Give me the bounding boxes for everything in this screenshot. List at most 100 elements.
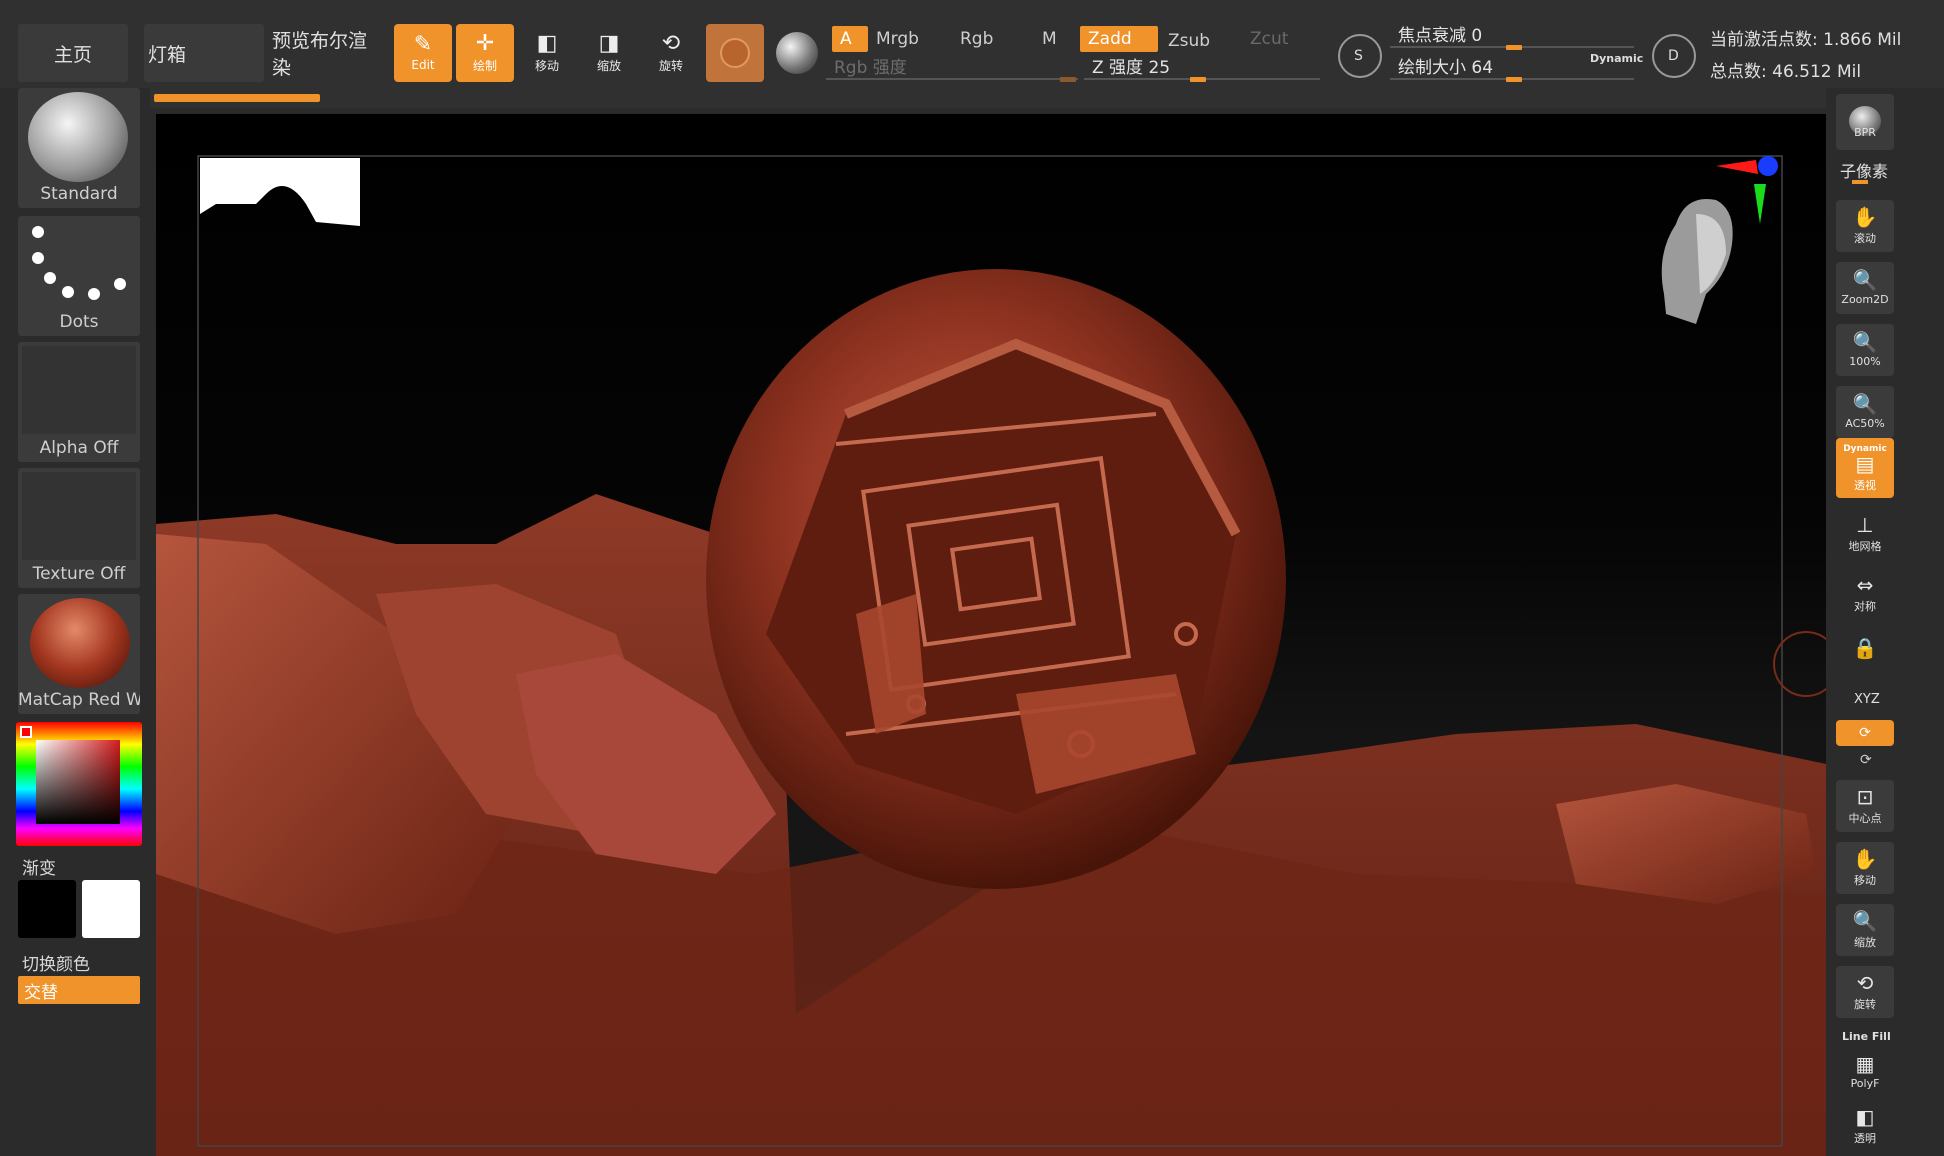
tab-home[interactable]: 主页 — [18, 24, 128, 82]
subpixel-slider[interactable] — [1852, 180, 1868, 184]
bpr-button[interactable]: BPR — [1836, 94, 1894, 150]
zoom2d-button[interactable]: 🔍 Zoom2D — [1836, 262, 1894, 314]
texture-label: Texture Off — [32, 564, 126, 584]
edit-button[interactable]: ✎ Edit — [394, 24, 452, 82]
channel-zadd[interactable]: Zadd — [1080, 26, 1158, 52]
rotate-icon: ⟲ — [661, 30, 681, 56]
navigation-thumbnail — [200, 158, 360, 226]
zoom-view-button[interactable]: 🔍 缩放 — [1836, 904, 1894, 956]
s-stroke-icon[interactable]: S — [1338, 34, 1382, 78]
scroll-button[interactable]: ✋ 滚动 — [1836, 200, 1894, 252]
alpha-label: Alpha Off — [39, 438, 119, 458]
material-slot[interactable]: MatCap Red Wax — [18, 594, 140, 714]
subpixel-label[interactable]: 子像素 — [1840, 158, 1888, 182]
transparent-button[interactable]: ◧ 透明 — [1836, 1100, 1894, 1152]
tab-bpr-preview[interactable]: 预览布尔渲染 — [264, 24, 384, 82]
sphere-brush-button[interactable] — [776, 32, 818, 74]
rotate-view-label: 旋转 — [1854, 997, 1876, 1011]
symmetry-button[interactable]: ⇔ 对称 — [1836, 568, 1894, 620]
rotate-button[interactable]: ⟲ 旋转 — [642, 24, 700, 82]
edit-icon: ✎ — [413, 32, 433, 57]
lock-button[interactable]: 🔒 — [1836, 622, 1894, 674]
point-stats: 当前激活点数: 1.866 Mil 总点数: 46.512 Mil — [1710, 24, 1901, 88]
scroll-label: 滚动 — [1854, 231, 1876, 245]
alpha-slot[interactable]: Alpha Off — [18, 342, 140, 462]
tab-lightbox[interactable]: 灯箱 — [144, 24, 264, 82]
rotate-y-toggle[interactable]: ⟳ — [1860, 752, 1872, 768]
alternate-button[interactable]: 交替 — [18, 976, 140, 1004]
draw-button[interactable]: ✛ 绘制 — [456, 24, 514, 82]
stroke-slot[interactable]: Dots — [18, 216, 140, 336]
channel-zsub-label: Zsub — [1168, 31, 1211, 51]
matcap-icon — [30, 598, 130, 688]
channel-zsub[interactable]: Zsub — [1160, 28, 1238, 54]
sculpt-scene[interactable] — [156, 114, 1826, 1156]
channel-m[interactable]: M — [1034, 26, 1072, 52]
alternate-label: 交替 — [24, 982, 58, 1003]
draw-size-knob[interactable] — [1506, 77, 1522, 82]
z-intensity-knob[interactable] — [1190, 77, 1206, 82]
draw-size-label: 绘制大小 64 — [1398, 57, 1494, 78]
floor-grid-icon: ⊥ — [1856, 512, 1874, 537]
zoom100-button[interactable]: 🔍 100% — [1836, 324, 1894, 376]
tab-bpr-label: 预览布尔渲染 — [272, 30, 368, 79]
perspective-label: 透视 — [1854, 478, 1876, 492]
line-fill-label: Line Fill — [1842, 1030, 1891, 1043]
channel-rgb[interactable]: Rgb — [952, 26, 1030, 52]
zoom100-label: 100% — [1849, 355, 1881, 368]
color-picker-square[interactable] — [36, 740, 120, 824]
ac50-button[interactable]: 🔍 AC50% — [1836, 386, 1894, 438]
switch-color-button[interactable]: 切换颜色 — [22, 950, 90, 975]
ac50-icon: 🔍 — [1852, 392, 1878, 416]
rgb-intensity-slider[interactable]: Rgb 强度 — [826, 52, 1078, 82]
move-label: 移动 — [534, 58, 559, 73]
symmetry-label: 对称 — [1854, 599, 1876, 613]
rotate-axis-icon: ⟳ — [1859, 725, 1871, 741]
floor-grid-button[interactable]: ⊥ 地网格 — [1836, 508, 1894, 560]
symmetry-icon: ⇔ — [1856, 572, 1874, 597]
move-icon: ◧ — [536, 30, 558, 56]
move-view-label: 移动 — [1854, 873, 1876, 887]
d-stroke-icon[interactable]: D — [1652, 34, 1696, 78]
scale-button[interactable]: ◨ 缩放 — [580, 24, 638, 82]
rgb-intensity-knob[interactable] — [1060, 77, 1076, 82]
dynamic-size-toggle[interactable]: Dynamic — [1590, 52, 1643, 65]
texture-slot[interactable]: Texture Off — [18, 468, 140, 588]
canvas-viewport[interactable] — [156, 114, 1826, 1156]
channel-zcut[interactable]: Zcut — [1242, 26, 1312, 52]
edit-label: Edit — [411, 58, 435, 72]
rotate-view-button[interactable]: ⟲ 旋转 — [1836, 966, 1894, 1018]
z-intensity-slider[interactable]: Z 强度 25 — [1084, 52, 1320, 82]
rotate-axis-button[interactable]: ⟳ — [1836, 720, 1894, 746]
polyframe-button[interactable]: ▦ PolyF — [1836, 1046, 1894, 1098]
zoom-view-label: 缩放 — [1854, 935, 1876, 949]
brush-slot[interactable]: Standard — [18, 88, 140, 208]
focal-shift-slider[interactable]: 焦点衰减 0 — [1390, 20, 1634, 50]
z-intensity-label: Z 强度 25 — [1092, 57, 1171, 78]
primary-color-swatch[interactable] — [18, 880, 76, 938]
color-picker[interactable] — [16, 722, 142, 846]
secondary-color-swatch[interactable] — [82, 880, 140, 938]
move-hand-icon: ✋ — [1852, 846, 1878, 871]
material-icon — [720, 38, 750, 68]
move-button[interactable]: ◧ 移动 — [518, 24, 576, 82]
polyframe-label: PolyF — [1850, 1077, 1880, 1090]
center-point-button[interactable]: ⊡ 中心点 — [1836, 780, 1894, 832]
focal-shift-knob[interactable] — [1506, 45, 1522, 50]
channel-zcut-label: Zcut — [1250, 29, 1289, 49]
active-points: 当前激活点数: 1.866 Mil — [1710, 30, 1902, 50]
focal-shift-label: 焦点衰减 0 — [1398, 25, 1483, 46]
move-view-button[interactable]: ✋ 移动 — [1836, 842, 1894, 894]
gradient-label: 渐变 — [22, 859, 56, 879]
material-button[interactable] — [706, 24, 764, 82]
alpha-icon — [22, 346, 136, 434]
xyz-rotate-toggle[interactable]: XYZ — [1854, 692, 1880, 707]
channel-mrgb[interactable]: Mrgb — [868, 26, 952, 52]
head-gizmo — [1661, 199, 1733, 324]
top-toolbar: 主页 灯箱 预览布尔渲染 ✎ Edit ✛ 绘制 ◧ 移动 ◨ 缩放 ⟲ 旋转 … — [0, 0, 1944, 108]
draw-icon: ✛ — [475, 30, 495, 56]
center-icon: ⊡ — [1856, 784, 1874, 809]
perspective-button[interactable]: Dynamic ▤ 透视 — [1836, 438, 1894, 498]
channel-a[interactable]: A — [832, 26, 868, 52]
channel-mrgb-label: Mrgb — [876, 29, 919, 49]
